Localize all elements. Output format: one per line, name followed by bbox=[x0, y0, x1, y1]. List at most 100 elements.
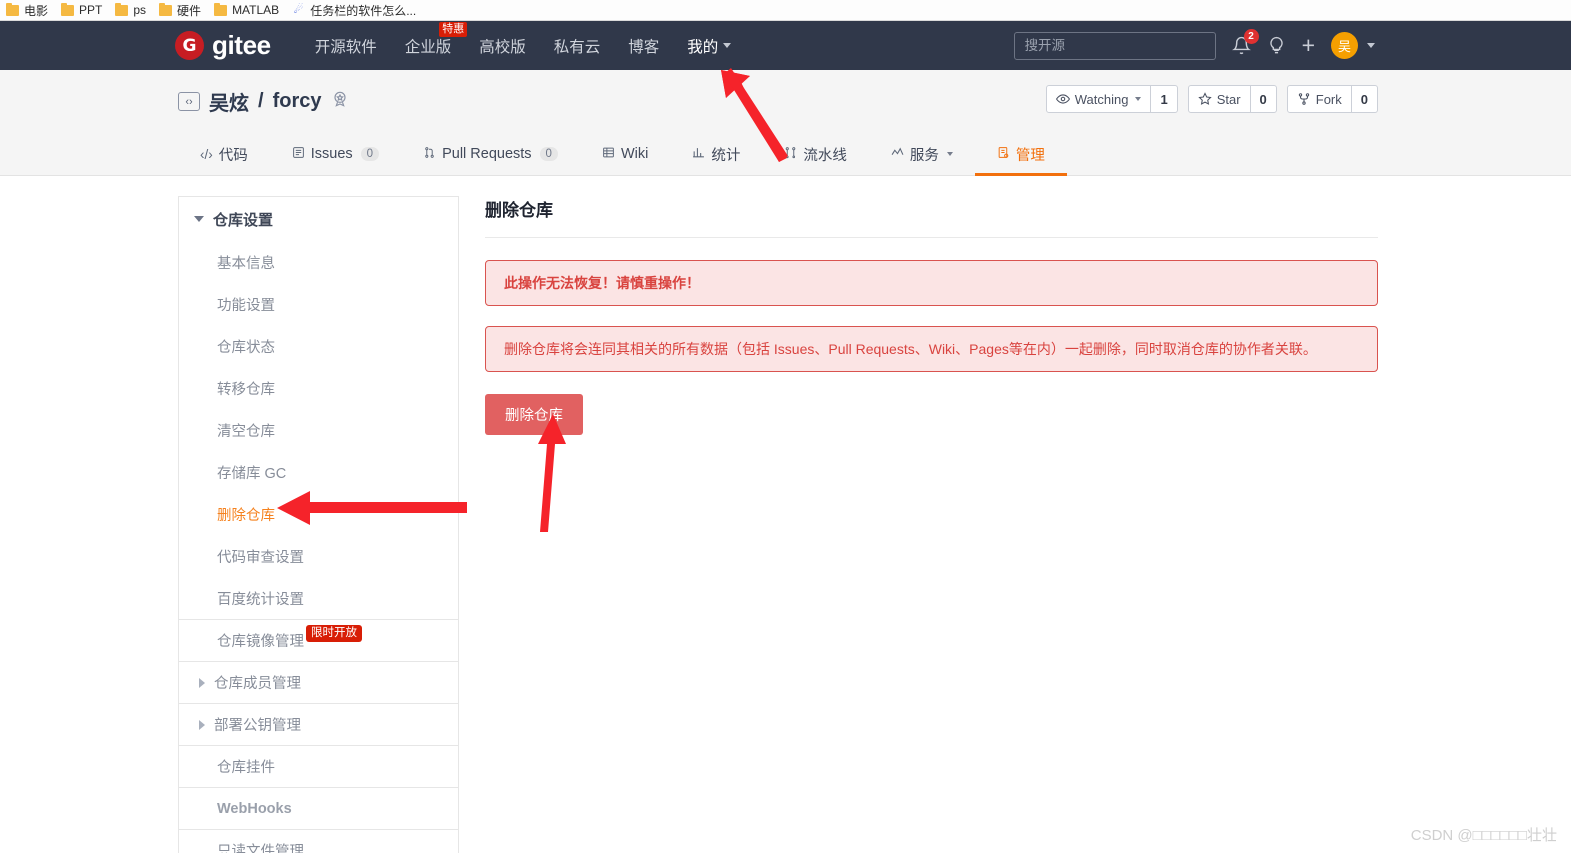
nav-item-opensource[interactable]: 开源软件 bbox=[301, 21, 391, 70]
tab-label: 管理 bbox=[1015, 147, 1045, 164]
breadcrumb-separator: / bbox=[258, 90, 264, 112]
sidebar-group-repo-settings[interactable]: 仓库设置 bbox=[179, 197, 458, 241]
bookmark-item[interactable]: MATLAB bbox=[210, 0, 288, 21]
nav-item-enterprise[interactable]: 企业版 特惠 bbox=[391, 21, 468, 70]
tab-code[interactable]: ‹/› 代码 bbox=[178, 132, 270, 176]
star-button[interactable]: Star bbox=[1189, 86, 1250, 112]
manage-icon bbox=[997, 146, 1010, 162]
bookmark-label: PPT bbox=[79, 3, 103, 17]
pipeline-icon bbox=[784, 146, 797, 162]
watch-button-group[interactable]: Watching 1 bbox=[1045, 85, 1178, 113]
sidebar-item-transfer-repo[interactable]: 转移仓库 bbox=[179, 367, 458, 409]
star-label: Star bbox=[1216, 91, 1241, 107]
sidebar-item-storage-gc[interactable]: 存储库 GC bbox=[179, 451, 458, 493]
chevron-down-icon bbox=[1135, 97, 1142, 101]
search-input[interactable] bbox=[1013, 31, 1216, 60]
folder-icon bbox=[6, 2, 19, 16]
repo-header-bar: ‹› 吴炫 / forcy Watching 1 Star 0 Fork 0 bbox=[0, 70, 1571, 132]
watch-label: Watching bbox=[1074, 91, 1129, 107]
sidebar-item-deploy-keys[interactable]: 部署公钥管理 bbox=[179, 703, 458, 745]
sidebar-item-repo-members[interactable]: 仓库成员管理 bbox=[179, 661, 458, 703]
sidebar-item-webhooks[interactable]: WebHooks bbox=[179, 787, 458, 829]
sidebar-item-label: 转移仓库 bbox=[217, 381, 275, 398]
tab-label: Wiki bbox=[620, 146, 649, 162]
sidebar-item-label: 删除仓库 bbox=[217, 507, 275, 524]
nav-item-blog[interactable]: 博客 bbox=[614, 21, 673, 70]
nav-item-education[interactable]: 高校版 bbox=[465, 21, 540, 70]
gitee-logo-icon: G bbox=[175, 31, 204, 60]
folder-icon bbox=[115, 2, 129, 16]
bookmark-item[interactable]: 硬件 bbox=[155, 0, 210, 21]
delete-repo-button[interactable]: 删除仓库 bbox=[485, 394, 583, 435]
baidu-icon: ☄ bbox=[293, 3, 304, 16]
bell-icon[interactable]: 2 bbox=[1231, 29, 1259, 55]
sidebar-item-label: 仓库镜像管理 bbox=[217, 634, 304, 650]
chart-icon bbox=[692, 146, 705, 162]
sidebar-item-readonly-files[interactable]: 只读文件管理 bbox=[179, 829, 458, 853]
bookmark-item[interactable]: ps bbox=[111, 0, 155, 21]
fork-button-group[interactable]: Fork 0 bbox=[1286, 85, 1378, 113]
tab-wiki[interactable]: Wiki bbox=[580, 132, 670, 176]
bookmark-item[interactable]: ☄ 任务栏的软件怎么... bbox=[288, 0, 425, 21]
tab-statistics[interactable]: 统计 bbox=[670, 132, 762, 176]
tab-label: 代码 bbox=[218, 147, 248, 164]
bookmark-label: 硬件 bbox=[177, 3, 202, 18]
chevron-right-icon bbox=[199, 719, 205, 730]
fork-button[interactable]: Fork bbox=[1288, 86, 1351, 112]
repo-name[interactable]: forcy bbox=[273, 90, 322, 113]
sidebar-item-repo-status[interactable]: 仓库状态 bbox=[179, 325, 458, 367]
tab-label: 统计 bbox=[711, 147, 741, 164]
watch-count[interactable]: 1 bbox=[1150, 86, 1176, 112]
avatar: 吴 bbox=[1331, 32, 1358, 59]
pull-request-icon bbox=[423, 146, 436, 162]
fork-label: Fork bbox=[1315, 91, 1342, 107]
sidebar-item-label: 清空仓库 bbox=[217, 423, 275, 440]
breadcrumb: ‹› 吴炫 / forcy bbox=[178, 87, 350, 116]
tab-pipeline[interactable]: 流水线 bbox=[762, 132, 869, 176]
nav-item-mine[interactable]: 我的 bbox=[673, 21, 745, 70]
sidebar-item-basic-info[interactable]: 基本信息 bbox=[179, 241, 458, 283]
header-right-tools: 2 + 吴 bbox=[1013, 29, 1375, 60]
plus-icon[interactable]: + bbox=[1302, 34, 1315, 57]
star-button-group[interactable]: Star 0 bbox=[1187, 85, 1277, 113]
repo-owner[interactable]: 吴炫 bbox=[209, 87, 249, 116]
tab-label: Pull Requests bbox=[442, 146, 532, 162]
bookmark-label: 电影 bbox=[24, 3, 49, 18]
tab-manage[interactable]: 管理 bbox=[974, 132, 1067, 176]
fork-count[interactable]: 0 bbox=[1350, 86, 1377, 112]
tab-services[interactable]: 服务 bbox=[869, 132, 975, 176]
chevron-down-icon bbox=[723, 43, 732, 48]
nav-label: 开源软件 bbox=[314, 38, 377, 56]
issues-count: 0 bbox=[360, 147, 380, 161]
gitee-logo[interactable]: G gitee bbox=[175, 30, 271, 61]
star-count[interactable]: 0 bbox=[1249, 86, 1276, 112]
sidebar-item-label: 部署公钥管理 bbox=[214, 718, 301, 734]
chevron-down-icon bbox=[194, 216, 204, 222]
chevron-down-icon bbox=[946, 152, 953, 156]
csdn-watermark: CSDN @□□□□□□壮壮 bbox=[1410, 827, 1557, 844]
tab-pull-requests[interactable]: Pull Requests 0 bbox=[401, 132, 580, 176]
tab-issues[interactable]: Issues 0 bbox=[270, 132, 401, 176]
lightbulb-icon[interactable] bbox=[1267, 36, 1286, 55]
nav-item-privatecloud[interactable]: 私有云 bbox=[540, 21, 615, 70]
alert-text: 此操作无法恢复！请慎重操作！ bbox=[504, 275, 700, 291]
bookmark-item[interactable]: PPT bbox=[57, 0, 111, 21]
sidebar-item-label: 只读文件管理 bbox=[217, 844, 304, 853]
watch-button[interactable]: Watching bbox=[1047, 86, 1151, 112]
user-menu[interactable]: 吴 bbox=[1331, 32, 1375, 59]
tab-label: 流水线 bbox=[803, 147, 847, 164]
sidebar-item-repo-widgets[interactable]: 仓库挂件 bbox=[179, 745, 458, 787]
gitee-top-header: G gitee 开源软件 企业版 特惠 高校版 私有云 博客 我的 搜开源 2 … bbox=[0, 21, 1571, 70]
sidebar-item-code-review-settings[interactable]: 代码审查设置 bbox=[179, 535, 458, 577]
bookmark-item[interactable]: 电影 bbox=[2, 0, 57, 21]
sidebar-item-baidu-stats-settings[interactable]: 百度统计设置 bbox=[179, 577, 458, 619]
page-title: 删除仓库 bbox=[485, 196, 1378, 238]
sidebar-item-delete-repo[interactable]: 删除仓库 bbox=[179, 493, 458, 535]
folder-icon bbox=[214, 2, 228, 16]
sale-badge: 特惠 bbox=[439, 22, 468, 37]
services-icon bbox=[891, 146, 904, 162]
sidebar-item-label: WebHooks bbox=[217, 800, 292, 817]
sidebar-item-empty-repo[interactable]: 清空仓库 bbox=[179, 409, 458, 451]
sidebar-item-repo-mirror[interactable]: 仓库镜像管理 限时开放 bbox=[179, 619, 458, 661]
sidebar-item-feature-settings[interactable]: 功能设置 bbox=[179, 283, 458, 325]
